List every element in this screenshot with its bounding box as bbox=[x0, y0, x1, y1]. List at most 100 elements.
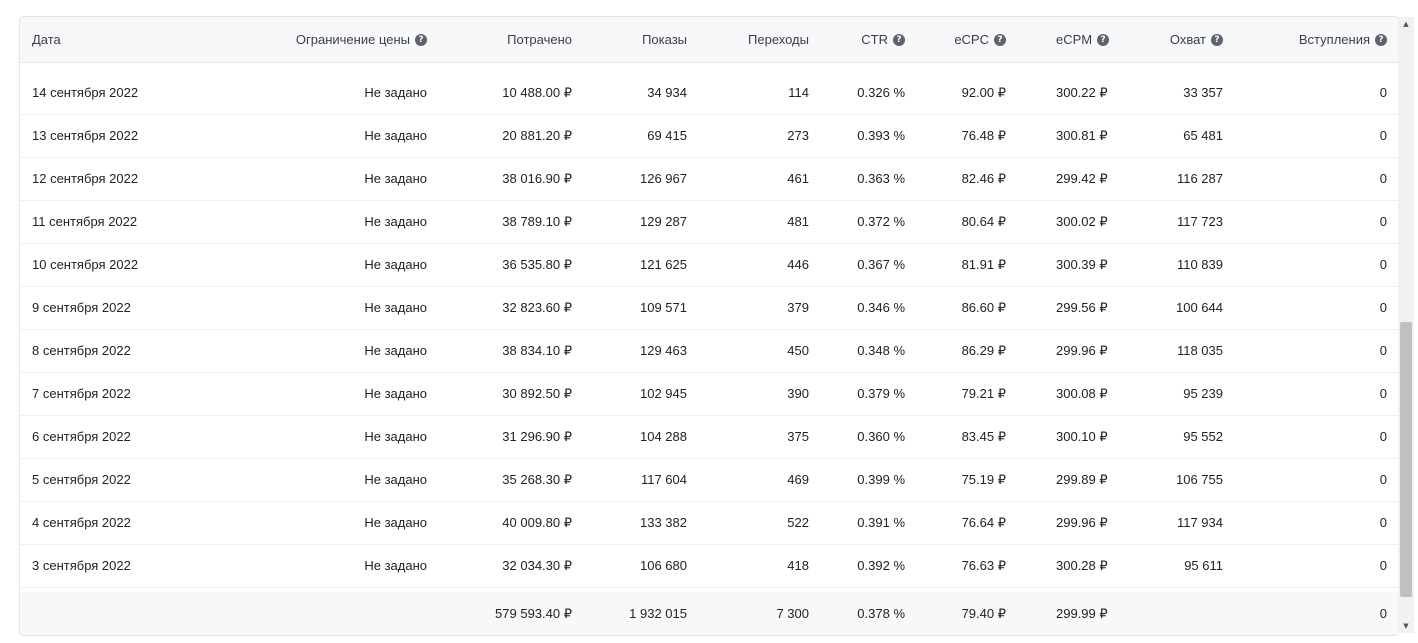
cell-date: 11 сентября 2022 bbox=[32, 200, 232, 243]
cell-ecpm-text: 300.81 ₽ bbox=[1056, 127, 1108, 143]
totals-row: 579 593.40 ₽ 1 932 015 7 300 0.378 % 79.40 ₽… bbox=[20, 592, 1398, 635]
table-row[interactable]: 8 сентября 2022 Не задано 38 834.10 ₽ 129 4… bbox=[20, 329, 1398, 373]
header-reach[interactable]: Охват? bbox=[1130, 17, 1223, 62]
table-row[interactable]: 12 сентября 2022 Не задано 38 016.90 ₽ 126 … bbox=[20, 157, 1398, 201]
cell-price-limit-text: Не задано bbox=[364, 171, 427, 186]
cell-ctr-text: 0.346 % bbox=[857, 300, 905, 315]
cell-ecpc: 82.46 ₽ bbox=[920, 157, 1006, 200]
cell-impressions-text: 117 604 bbox=[640, 472, 687, 487]
cell-clicks-text: 114 bbox=[788, 85, 809, 100]
help-icon[interactable]: ? bbox=[1097, 33, 1110, 46]
cell-joins: 0 bbox=[1240, 501, 1387, 544]
table-row[interactable]: 5 сентября 2022 Не задано 35 268.30 ₽ 117 6… bbox=[20, 458, 1398, 502]
cell-ecpm-text: 300.10 ₽ bbox=[1056, 428, 1108, 444]
cell-ecpc: 79.21 ₽ bbox=[920, 372, 1006, 415]
cell-spent-text: 30 892.50 ₽ bbox=[502, 385, 572, 401]
cell-joins-text: 0 bbox=[1379, 343, 1387, 358]
table-header: Дата Ограничение цены? Потрачено Показы Пере… bbox=[20, 17, 1398, 63]
vertical-scrollbar[interactable]: ▲ ▼ bbox=[1398, 17, 1414, 633]
header-clicks[interactable]: Переходы bbox=[700, 17, 809, 62]
cell-price-limit: Не задано bbox=[230, 458, 427, 501]
cell-price-limit: Не задано bbox=[230, 286, 427, 329]
cell-ecpc-text: 81.91 ₽ bbox=[961, 256, 1006, 272]
cell-clicks: 450 bbox=[700, 329, 809, 372]
cell-spent-text: 20 881.20 ₽ bbox=[502, 127, 572, 143]
cell-ecpm-text: 299.42 ₽ bbox=[1056, 170, 1108, 186]
cell-ecpc-text: 79.21 ₽ bbox=[961, 385, 1006, 401]
header-price-limit[interactable]: Ограничение цены? bbox=[230, 17, 427, 62]
table-row[interactable]: 6 сентября 2022 Не задано 31 296.90 ₽ 104 2… bbox=[20, 415, 1398, 459]
header-joins[interactable]: Вступления? bbox=[1240, 17, 1387, 62]
cell-ctr: 0.393 % bbox=[820, 114, 905, 157]
cell-reach: 95 611 bbox=[1130, 544, 1223, 587]
header-ecpc[interactable]: eCPC? bbox=[920, 17, 1006, 62]
cell-reach: 110 839 bbox=[1130, 243, 1223, 286]
cell-ecpc: 86.29 ₽ bbox=[920, 329, 1006, 372]
scroll-up-icon[interactable]: ▲ bbox=[1398, 17, 1414, 31]
cell-clicks-text: 461 bbox=[787, 171, 809, 186]
cell-ctr: 0.363 % bbox=[820, 157, 905, 200]
cell-ctr: 0.360 % bbox=[820, 415, 905, 458]
cell-reach-text: 95 552 bbox=[1183, 429, 1223, 444]
cell-clicks: 375 bbox=[700, 415, 809, 458]
cell-impressions-text: 102 945 bbox=[640, 386, 687, 401]
total-impressions: 1 932 015 bbox=[590, 592, 687, 635]
cell-clicks-text: 418 bbox=[787, 558, 809, 573]
header-ctr[interactable]: CTR? bbox=[820, 17, 905, 62]
cell-reach: 100 644 bbox=[1130, 286, 1223, 329]
scroll-down-icon[interactable]: ▼ bbox=[1398, 619, 1414, 633]
cell-price-limit-text: Не задано bbox=[364, 300, 427, 315]
help-icon[interactable]: ? bbox=[415, 33, 427, 46]
table-row[interactable]: 3 сентября 2022 Не задано 32 034.30 ₽ 106 6… bbox=[20, 544, 1398, 588]
table-row[interactable]: 9 сентября 2022 Не задано 32 823.60 ₽ 109 5… bbox=[20, 286, 1398, 330]
cell-date-text: 14 сентября 2022 bbox=[32, 85, 139, 100]
statistics-table: Дата Ограничение цены? Потрачено Показы Пере… bbox=[19, 16, 1399, 636]
table-row[interactable]: 13 сентября 2022 Не задано 20 881.20 ₽ 69 4… bbox=[20, 114, 1398, 158]
cell-clicks-text: 522 bbox=[787, 515, 809, 530]
cell-ecpc: 81.91 ₽ bbox=[920, 243, 1006, 286]
cell-price-limit-text: Не задано bbox=[364, 214, 427, 229]
cell-impressions: 129 287 bbox=[590, 200, 687, 243]
cell-spent: 38 789.10 ₽ bbox=[440, 200, 572, 243]
cell-ecpm-text: 300.02 ₽ bbox=[1056, 213, 1108, 229]
cell-impressions-text: 106 680 bbox=[640, 558, 687, 573]
header-joins-text: Вступления bbox=[1298, 32, 1370, 47]
cell-reach: 106 755 bbox=[1130, 458, 1223, 501]
cell-ctr-text: 0.399 % bbox=[857, 472, 905, 487]
cell-ctr: 0.399 % bbox=[820, 458, 905, 501]
cell-price-limit-text: Не задано bbox=[364, 429, 427, 444]
help-icon[interactable]: ? bbox=[1211, 33, 1223, 46]
header-date[interactable]: Дата bbox=[32, 17, 232, 62]
table-row[interactable]: 7 сентября 2022 Не задано 30 892.50 ₽ 102 9… bbox=[20, 372, 1398, 416]
total-price-limit bbox=[230, 592, 427, 635]
cell-date: 3 сентября 2022 bbox=[32, 544, 232, 587]
cell-ctr-text: 0.379 % bbox=[857, 386, 905, 401]
cell-joins: 0 bbox=[1240, 71, 1387, 114]
cell-spent: 20 881.20 ₽ bbox=[440, 114, 572, 157]
cell-date-text: 12 сентября 2022 bbox=[32, 171, 139, 186]
cell-date: 9 сентября 2022 bbox=[32, 286, 232, 329]
header-ecpm-text: eCPM bbox=[1056, 32, 1093, 47]
help-icon[interactable]: ? bbox=[893, 33, 905, 46]
cell-joins: 0 bbox=[1240, 544, 1387, 587]
header-impressions[interactable]: Показы bbox=[590, 17, 687, 62]
cell-ecpm-text: 299.56 ₽ bbox=[1056, 299, 1108, 315]
cell-reach-text: 95 239 bbox=[1183, 386, 1223, 401]
cell-ctr-text: 0.326 % bbox=[857, 85, 905, 100]
table-row[interactable]: 11 сентября 2022 Не задано 38 789.10 ₽ 129 … bbox=[20, 200, 1398, 244]
cell-impressions: 126 967 bbox=[590, 157, 687, 200]
help-icon[interactable]: ? bbox=[994, 33, 1006, 46]
table-row[interactable]: 14 сентября 2022 Не задано 10 488.00 ₽ 34 9… bbox=[20, 71, 1398, 115]
help-icon[interactable]: ? bbox=[1375, 33, 1387, 46]
cell-ctr-text: 0.348 % bbox=[857, 343, 905, 358]
header-spent[interactable]: Потрачено bbox=[440, 17, 572, 62]
cell-impressions: 106 680 bbox=[590, 544, 687, 587]
cell-ecpc: 76.48 ₽ bbox=[920, 114, 1006, 157]
cell-clicks-text: 446 bbox=[787, 257, 809, 272]
scroll-thumb[interactable] bbox=[1400, 322, 1412, 597]
cell-date-text: 13 сентября 2022 bbox=[32, 128, 139, 143]
table-row[interactable]: 10 сентября 2022 Не задано 36 535.80 ₽ 121 … bbox=[20, 243, 1398, 287]
table-row[interactable]: 4 сентября 2022 Не задано 40 009.80 ₽ 133 3… bbox=[20, 501, 1398, 545]
cell-clicks: 379 bbox=[700, 286, 809, 329]
cell-ctr: 0.379 % bbox=[820, 372, 905, 415]
